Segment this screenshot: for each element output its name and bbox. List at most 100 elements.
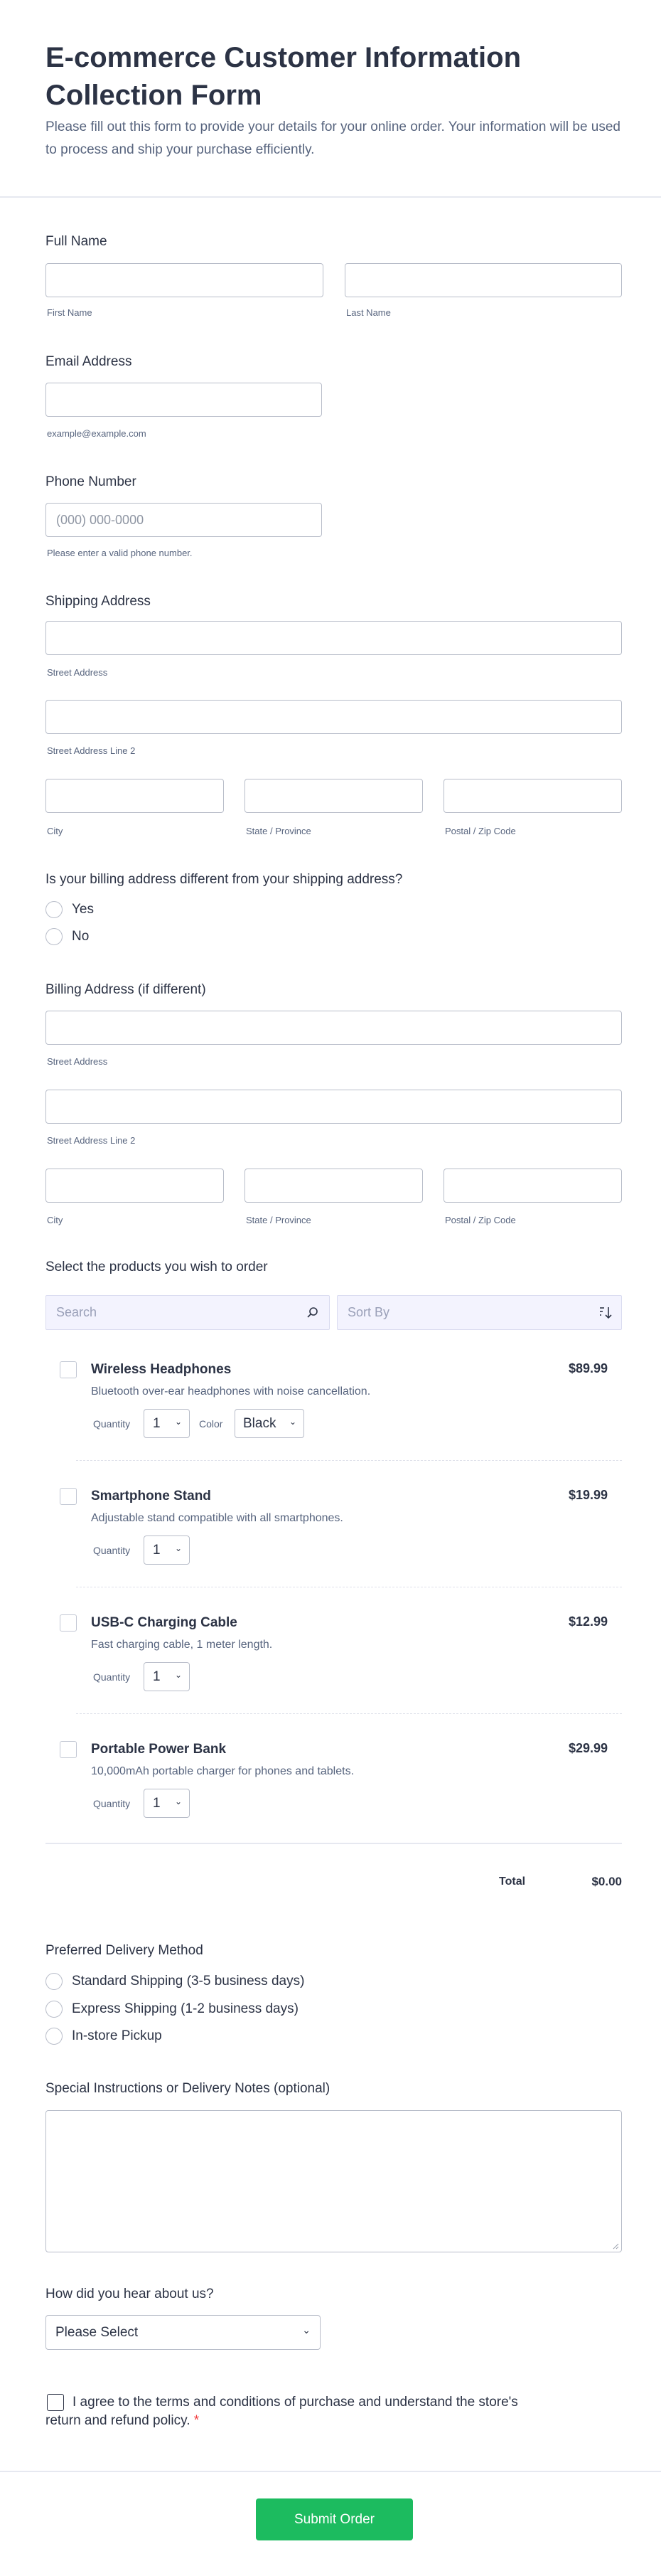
products-label: Select the products you wish to order (45, 1260, 268, 1274)
footer-divider (0, 2471, 661, 2472)
color-value: Black (243, 1416, 276, 1431)
delivery-express-radio[interactable] (45, 2001, 63, 2018)
product-name: Smartphone Stand (91, 1489, 211, 1503)
shipping-street-input[interactable] (45, 621, 622, 655)
color-label: Color (199, 1418, 223, 1430)
shipping-city-sublabel: City (47, 826, 63, 836)
products-total-divider (45, 1843, 622, 1844)
color-select[interactable]: Black ⌄ (235, 1409, 304, 1438)
first-name-sublabel: First Name (47, 307, 92, 318)
delivery-pickup-radio[interactable] (45, 2028, 63, 2045)
terms-text: I agree to the terms and conditions of p… (45, 2395, 518, 2428)
product-checkbox[interactable] (60, 1361, 77, 1378)
shipping-label: Shipping Address (45, 594, 151, 609)
product-description: Adjustable stand compatible with all sma… (91, 1512, 343, 1524)
phone-placeholder: (000) 000-0000 (56, 513, 144, 527)
header-divider (0, 196, 661, 198)
quantity-value: 1 (153, 1543, 161, 1558)
billing-no-label[interactable]: No (72, 928, 89, 945)
chevron-down-icon: ⌄ (302, 2324, 311, 2336)
billing-label: Billing Address (if different) (45, 982, 206, 997)
resize-handle-icon[interactable] (612, 2242, 619, 2250)
sort-placeholder: Sort By (348, 1305, 390, 1319)
referral-value: Please Select (55, 2325, 139, 2340)
search-icon (307, 1307, 318, 1318)
referral-select[interactable]: Please Select ⌄ (45, 2315, 321, 2350)
chevron-down-icon: ⌄ (289, 1417, 296, 1427)
chevron-down-icon: ⌄ (174, 1417, 182, 1427)
billing-street2-input[interactable] (45, 1090, 622, 1124)
delivery-standard-radio[interactable] (45, 1973, 63, 1990)
last-name-input[interactable] (345, 263, 622, 297)
search-placeholder: Search (56, 1305, 97, 1319)
total-value: $0.00 (591, 1875, 622, 1888)
delivery-label: Preferred Delivery Method (45, 1943, 203, 1958)
product-search-input[interactable]: Search (45, 1295, 330, 1330)
delivery-standard-label[interactable]: Standard Shipping (3-5 business days) (72, 1973, 304, 1990)
product-checkbox[interactable] (60, 1614, 77, 1632)
product-divider (76, 1460, 622, 1461)
billing-yes-radio[interactable] (45, 901, 63, 918)
product-checkbox[interactable] (60, 1488, 77, 1505)
product-name: USB-C Charging Cable (91, 1615, 237, 1630)
total-label: Total (499, 1875, 526, 1888)
delivery-pickup-label[interactable]: In-store Pickup (72, 2028, 162, 2045)
terms-label[interactable]: I agree to the terms and conditions of p… (45, 2393, 543, 2430)
quantity-select[interactable]: 1 ⌄ (144, 1789, 190, 1818)
email-label: Email Address (45, 354, 132, 369)
product-price: $19.99 (568, 1488, 608, 1502)
billing-no-radio[interactable] (45, 928, 63, 945)
product-name: Wireless Headphones (91, 1362, 232, 1377)
product-sort-select[interactable]: Sort By (337, 1295, 622, 1330)
first-name-input[interactable] (45, 263, 323, 297)
shipping-state-input[interactable] (244, 779, 423, 813)
quantity-value: 1 (153, 1669, 161, 1684)
product-name: Portable Power Bank (91, 1742, 227, 1757)
billing-zip-sublabel: Postal / Zip Code (445, 1215, 516, 1225)
quantity-select[interactable]: 1 ⌄ (144, 1536, 190, 1565)
chevron-down-icon: ⌄ (174, 1670, 182, 1680)
phone-input[interactable]: (000) 000-0000 (45, 503, 322, 537)
billing-city-sublabel: City (47, 1215, 63, 1225)
quantity-select[interactable]: 1 ⌄ (144, 1662, 190, 1691)
shipping-street2-input[interactable] (45, 700, 622, 734)
product-price: $89.99 (568, 1361, 608, 1375)
shipping-state-sublabel: State / Province (246, 826, 311, 836)
shipping-city-input[interactable] (45, 779, 224, 813)
billing-question-label: Is your billing address different from y… (45, 872, 403, 887)
billing-state-input[interactable] (244, 1169, 423, 1203)
chevron-down-icon: ⌄ (174, 1543, 182, 1553)
product-description: 10,000mAh portable charger for phones an… (91, 1765, 355, 1777)
notes-textarea[interactable] (45, 2110, 622, 2252)
last-name-sublabel: Last Name (346, 307, 391, 318)
billing-street-sublabel: Street Address (47, 1056, 108, 1067)
product-price: $29.99 (568, 1741, 608, 1755)
quantity-value: 1 (153, 1416, 161, 1431)
billing-zip-input[interactable] (444, 1169, 622, 1203)
chevron-down-icon: ⌄ (174, 1797, 182, 1806)
billing-city-input[interactable] (45, 1169, 224, 1203)
phone-sublabel: Please enter a valid phone number. (47, 548, 193, 558)
product-checkbox[interactable] (60, 1741, 77, 1758)
quantity-value: 1 (153, 1796, 161, 1811)
required-mark: * (193, 2413, 200, 2428)
delivery-express-label[interactable]: Express Shipping (1-2 business days) (72, 2001, 299, 2018)
product-description: Fast charging cable, 1 meter length. (91, 1639, 273, 1651)
sort-icon (600, 1307, 612, 1319)
notes-label: Special Instructions or Delivery Notes (… (45, 2081, 330, 2096)
full-name-label: Full Name (45, 234, 107, 249)
phone-label: Phone Number (45, 474, 136, 489)
billing-state-sublabel: State / Province (246, 1215, 311, 1225)
shipping-street-sublabel: Street Address (47, 667, 108, 678)
billing-yes-label[interactable]: Yes (72, 901, 94, 918)
billing-street-input[interactable] (45, 1011, 622, 1045)
email-input[interactable] (45, 383, 322, 417)
shipping-zip-sublabel: Postal / Zip Code (445, 826, 516, 836)
shipping-zip-input[interactable] (444, 779, 622, 813)
quantity-label: Quantity (93, 1418, 131, 1430)
submit-order-button[interactable]: Submit Order (256, 2498, 413, 2540)
quantity-label: Quantity (93, 1671, 131, 1683)
email-sublabel: example@example.com (47, 428, 146, 439)
quantity-select[interactable]: 1 ⌄ (144, 1409, 190, 1438)
shipping-street2-sublabel: Street Address Line 2 (47, 745, 136, 756)
